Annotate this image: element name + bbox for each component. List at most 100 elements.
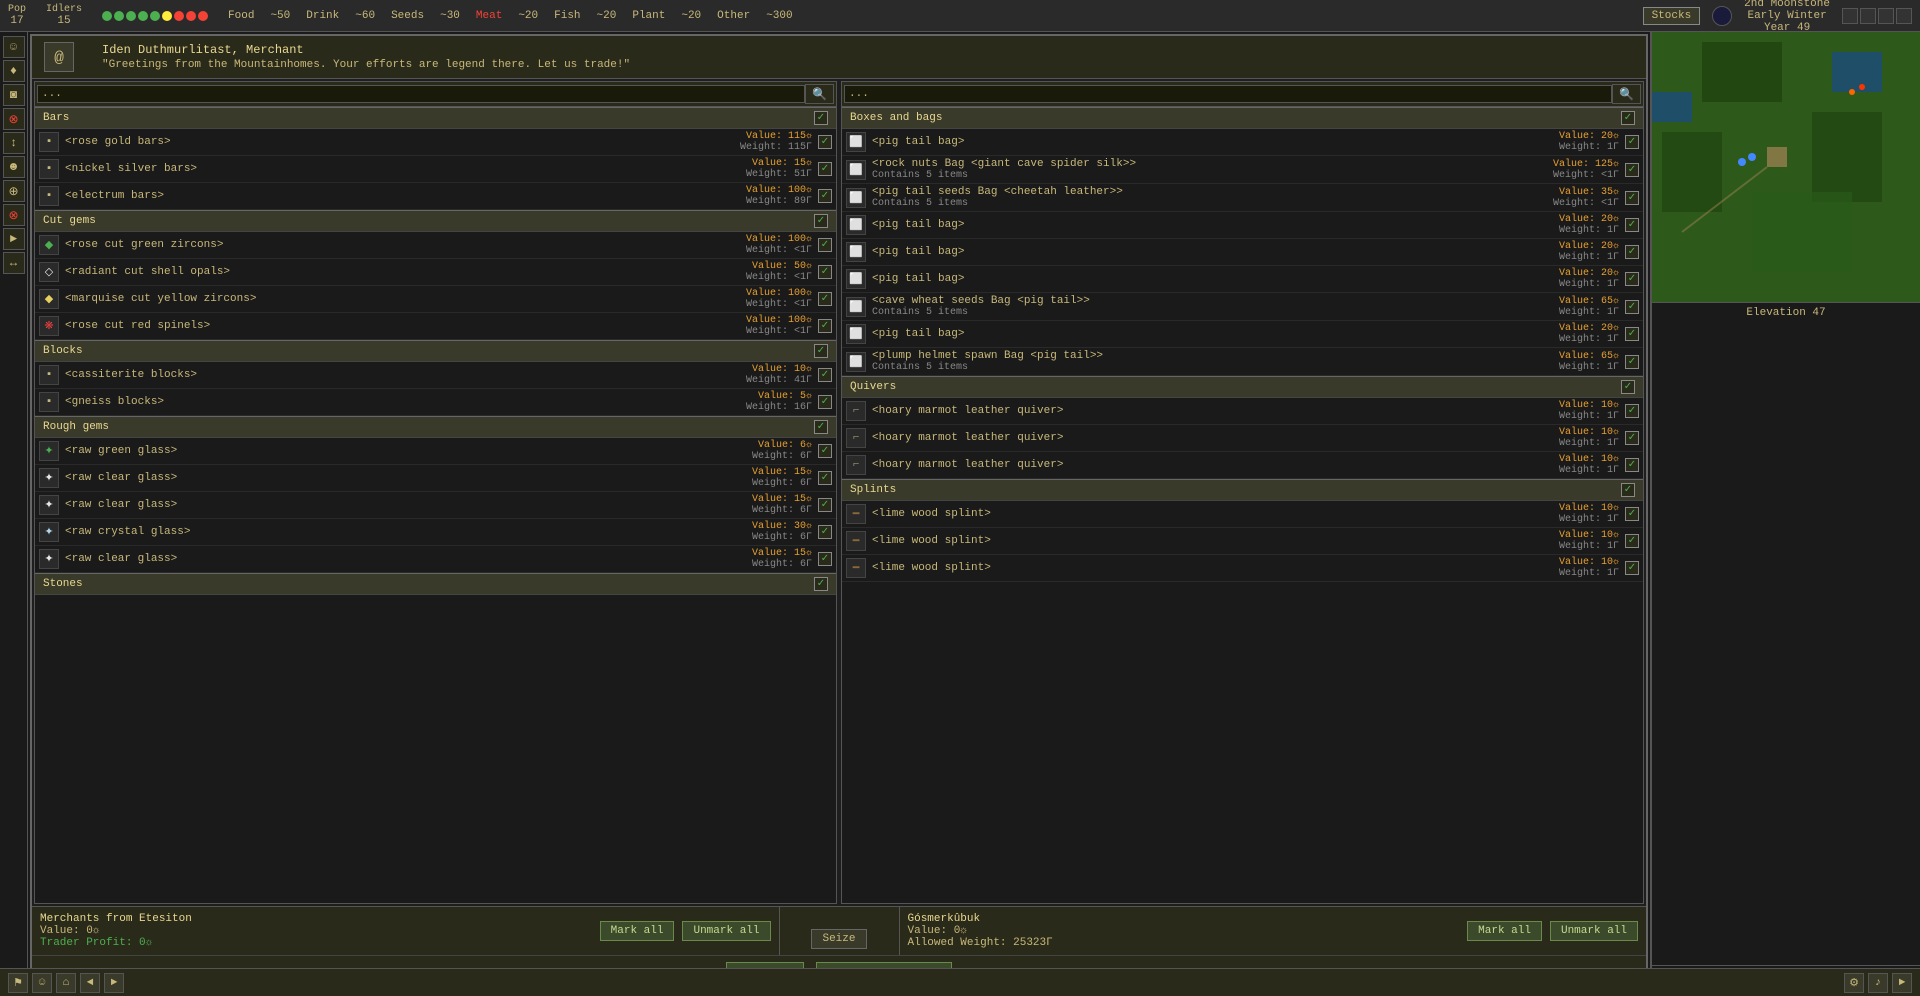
item-checkbox[interactable]: ✓	[818, 238, 832, 252]
ui-icon[interactable]	[1878, 8, 1894, 24]
sidebar-icon-1[interactable]: ☺	[3, 36, 25, 58]
item-checkbox[interactable]: ✓	[1625, 218, 1639, 232]
bottom-right-icon-1[interactable]: ⚙	[1844, 973, 1864, 993]
bottom-icon-2[interactable]: ☺	[32, 973, 52, 993]
left-panel-list[interactable]: Bars ✓ ▪ <rose gold bars> Value: 115☼ We…	[35, 107, 836, 903]
item-rose-gold-bars[interactable]: ▪ <rose gold bars> Value: 115☼ Weight: 1…	[35, 129, 836, 156]
item-checkbox[interactable]: ✓	[818, 265, 832, 279]
bottom-icon-1[interactable]: ⚑	[8, 973, 28, 993]
item-quiver-3[interactable]: ⌐ <hoary marmot leather quiver> Value: 1…	[842, 452, 1643, 479]
item-rose-cut-red-spinels[interactable]: ❋ <rose cut red spinels> Value: 100☼ Wei…	[35, 313, 836, 340]
category-rough-gems-checkbox[interactable]: ✓	[814, 420, 828, 434]
sidebar-icon-4[interactable]: ⊗	[3, 108, 25, 130]
item-pig-tail-bag-3[interactable]: ⬜ <pig tail bag> Value: 20☼ Weight: 1Γ ✓	[842, 239, 1643, 266]
bottom-icon-4[interactable]: ◄	[80, 973, 100, 993]
item-pig-tail-bag-1[interactable]: ⬜ <pig tail bag> Value: 20☼ Weight: 1Γ ✓	[842, 129, 1643, 156]
bottom-right-icon-2[interactable]: ♪	[1868, 973, 1888, 993]
right-mark-all-button[interactable]: Mark all	[1467, 921, 1542, 941]
item-checkbox[interactable]: ✓	[1625, 534, 1639, 548]
item-checkbox[interactable]: ✓	[1625, 327, 1639, 341]
item-checkbox[interactable]: ✓	[1625, 507, 1639, 521]
item-raw-clear-glass-2[interactable]: ✦ <raw clear glass> Value: 15☼ Weight: 6…	[35, 492, 836, 519]
item-checkbox[interactable]: ✓	[818, 162, 832, 176]
ui-icon[interactable]	[1896, 8, 1912, 24]
item-checkbox[interactable]: ✓	[818, 189, 832, 203]
item-checkbox[interactable]: ✓	[818, 368, 832, 382]
item-rose-cut-green-zircons[interactable]: ◆ <rose cut green zircons> Value: 100☼ W…	[35, 232, 836, 259]
item-quiver-2[interactable]: ⌐ <hoary marmot leather quiver> Value: 1…	[842, 425, 1643, 452]
item-checkbox[interactable]: ✓	[1625, 191, 1639, 205]
right-unmark-all-button[interactable]: Unmark all	[1550, 921, 1638, 941]
item-checkbox[interactable]: ✓	[1625, 245, 1639, 259]
left-mark-all-button[interactable]: Mark all	[600, 921, 675, 941]
category-cut-gems-checkbox[interactable]: ✓	[814, 214, 828, 228]
item-radiant-cut-shell-opals[interactable]: ◇ <radiant cut shell opals> Value: 50☼ W…	[35, 259, 836, 286]
left-search-button[interactable]: 🔍	[805, 84, 834, 104]
item-plump-helmet-spawn-bag[interactable]: ⬜ <plump helmet spawn Bag <pig tail>> Co…	[842, 348, 1643, 376]
item-marquise-cut-yellow-zircons[interactable]: ◆ <marquise cut yellow zircons> Value: 1…	[35, 286, 836, 313]
sidebar-icon-2[interactable]: ♦	[3, 60, 25, 82]
item-checkbox[interactable]: ✓	[818, 525, 832, 539]
sidebar-icon-9[interactable]: ►	[3, 228, 25, 250]
item-checkbox[interactable]: ✓	[818, 135, 832, 149]
item-splint-2[interactable]: ━ <lime wood splint> Value: 10☼ Weight: …	[842, 528, 1643, 555]
sidebar-icon-6[interactable]: ☻	[3, 156, 25, 178]
item-checkbox[interactable]: ✓	[818, 444, 832, 458]
bottom-icon-3[interactable]: ⌂	[56, 973, 76, 993]
item-pig-tail-seeds-bag[interactable]: ⬜ <pig tail seeds Bag <cheetah leather>>…	[842, 184, 1643, 212]
item-raw-green-glass[interactable]: ✦ <raw green glass> Value: 6☼ Weight: 6Γ…	[35, 438, 836, 465]
item-checkbox[interactable]: ✓	[818, 395, 832, 409]
item-checkbox[interactable]: ✓	[818, 292, 832, 306]
item-raw-clear-glass-1[interactable]: ✦ <raw clear glass> Value: 15☼ Weight: 6…	[35, 465, 836, 492]
right-search-button[interactable]: 🔍	[1612, 84, 1641, 104]
sidebar-icon-7[interactable]: ⊕	[3, 180, 25, 202]
item-pig-tail-bag-2[interactable]: ⬜ <pig tail bag> Value: 20☼ Weight: 1Γ ✓	[842, 212, 1643, 239]
item-raw-clear-glass-3[interactable]: ✦ <raw clear glass> Value: 15☼ Weight: 6…	[35, 546, 836, 573]
item-raw-crystal-glass[interactable]: ✦ <raw crystal glass> Value: 30☼ Weight:…	[35, 519, 836, 546]
left-unmark-all-button[interactable]: Unmark all	[682, 921, 770, 941]
item-checkbox[interactable]: ✓	[1625, 561, 1639, 575]
category-splints-checkbox[interactable]: ✓	[1621, 483, 1635, 497]
right-panel-list[interactable]: Boxes and bags ✓ ⬜ <pig tail bag> Value:…	[842, 107, 1643, 903]
item-splint-1[interactable]: ━ <lime wood splint> Value: 10☼ Weight: …	[842, 501, 1643, 528]
stocks-button[interactable]: Stocks	[1643, 7, 1701, 25]
item-checkbox[interactable]: ✓	[818, 552, 832, 566]
sidebar-icon-5[interactable]: ↕	[3, 132, 25, 154]
item-pig-tail-bag-4[interactable]: ⬜ <pig tail bag> Value: 20☼ Weight: 1Γ ✓	[842, 266, 1643, 293]
category-bars-checkbox[interactable]: ✓	[814, 111, 828, 125]
item-checkbox[interactable]: ✓	[1625, 458, 1639, 472]
item-quiver-1[interactable]: ⌐ <hoary marmot leather quiver> Value: 1…	[842, 398, 1643, 425]
category-boxes-bags-checkbox[interactable]: ✓	[1621, 111, 1635, 125]
item-checkbox[interactable]: ✓	[818, 498, 832, 512]
item-checkbox[interactable]: ✓	[1625, 300, 1639, 314]
item-pig-tail-bag-5[interactable]: ⬜ <pig tail bag> Value: 20☼ Weight: 1Γ ✓	[842, 321, 1643, 348]
category-quivers-checkbox[interactable]: ✓	[1621, 380, 1635, 394]
item-cassiterite-blocks[interactable]: ▪ <cassiterite blocks> Value: 10☼ Weight…	[35, 362, 836, 389]
item-cave-wheat-seeds-bag[interactable]: ⬜ <cave wheat seeds Bag <pig tail>> Cont…	[842, 293, 1643, 321]
item-rock-nuts-bag[interactable]: ⬜ <rock nuts Bag <giant cave spider silk…	[842, 156, 1643, 184]
item-gneiss-blocks[interactable]: ▪ <gneiss blocks> Value: 5☼ Weight: 16Γ …	[35, 389, 836, 416]
item-splint-3[interactable]: ━ <lime wood splint> Value: 10☼ Weight: …	[842, 555, 1643, 582]
ui-icon[interactable]	[1842, 8, 1858, 24]
bottom-icon-5[interactable]: ►	[104, 973, 124, 993]
sidebar-icon-10[interactable]: ↔	[3, 252, 25, 274]
item-checkbox[interactable]: ✓	[1625, 272, 1639, 286]
item-checkbox[interactable]: ✓	[818, 319, 832, 333]
item-checkbox[interactable]: ✓	[1625, 355, 1639, 369]
item-nickel-silver-bars[interactable]: ▪ <nickel silver bars> Value: 15☼ Weight…	[35, 156, 836, 183]
category-blocks-checkbox[interactable]: ✓	[814, 344, 828, 358]
sidebar-icon-3[interactable]: ◙	[3, 84, 25, 106]
item-checkbox[interactable]: ✓	[1625, 404, 1639, 418]
right-search-input[interactable]	[844, 85, 1612, 103]
item-checkbox[interactable]: ✓	[818, 471, 832, 485]
item-checkbox[interactable]: ✓	[1625, 135, 1639, 149]
item-checkbox[interactable]: ✓	[1625, 431, 1639, 445]
left-search-input[interactable]	[37, 85, 805, 103]
sidebar-icon-8[interactable]: ⊗	[3, 204, 25, 226]
item-checkbox[interactable]: ✓	[1625, 163, 1639, 177]
ui-icon[interactable]	[1860, 8, 1876, 24]
seize-button[interactable]: Seize	[811, 929, 866, 949]
category-stones-checkbox[interactable]: ✓	[814, 577, 828, 591]
bottom-right-icon-3[interactable]: ►	[1892, 973, 1912, 993]
item-electrum-bars[interactable]: ▪ <electrum bars> Value: 100☼ Weight: 89…	[35, 183, 836, 210]
